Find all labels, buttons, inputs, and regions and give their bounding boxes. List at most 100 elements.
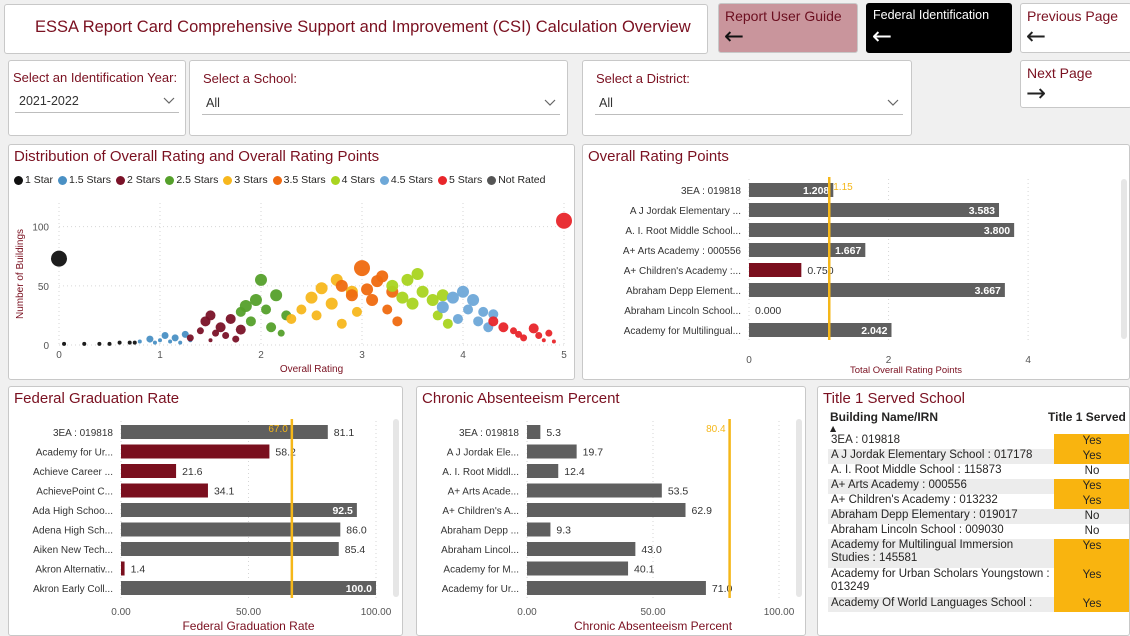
scrollbar[interactable] [796, 419, 802, 597]
data-label: 40.1 [634, 564, 655, 576]
bar [527, 425, 541, 439]
scatter-point [178, 340, 183, 345]
scatter-point [286, 313, 297, 324]
scatter-point [436, 289, 449, 302]
table-row[interactable]: Academy for Urban Scholars Youngstown : … [828, 568, 1129, 597]
x-tick-label: 4 [1025, 355, 1031, 366]
year-slicer: Select an Identification Year: 2021-2022 [8, 60, 186, 136]
title1-panel: Title 1 Served School Building Name/IRN … [817, 386, 1130, 636]
scatter-point [488, 316, 499, 327]
category-label: A J Jordak Ele... [447, 448, 519, 459]
table-row[interactable]: Academy for Multilingual Immersion Studi… [828, 539, 1129, 568]
report-title-panel: ESSA Report Card Comprehensive Support a… [4, 4, 708, 54]
cell-title1-served: Yes [1054, 597, 1129, 612]
bar [121, 444, 270, 459]
chevron-down-icon [544, 99, 556, 106]
cell-building: Academy for Multilingual Immersion Studi… [831, 539, 1014, 564]
column-header-title1[interactable]: Title 1 Served [1048, 410, 1126, 424]
sort-ascending-icon: ▲ [830, 424, 837, 433]
district-dropdown[interactable]: All [595, 91, 903, 115]
category-label: A J Jordak Elementary ... [630, 206, 741, 217]
table-row[interactable]: Academy Of World Languages School : Yes [828, 597, 1129, 612]
scatter-point [51, 250, 67, 267]
data-label: 1.208 [803, 185, 829, 197]
bar [121, 561, 125, 576]
data-label: 9.3 [556, 525, 571, 537]
next-page-button[interactable]: Next Page → [1020, 60, 1130, 108]
category-label: A. I. Root Middle School... [625, 226, 741, 237]
scatter-point [467, 294, 480, 307]
scatter-point [478, 306, 489, 317]
x-tick-label: 0.00 [111, 607, 131, 618]
bar [121, 483, 208, 498]
scatter-point [305, 291, 318, 304]
scatter-point [232, 335, 240, 343]
scatter-point [146, 335, 154, 343]
school-dropdown[interactable]: All [202, 91, 560, 115]
reference-label: 1.15 [833, 182, 853, 193]
category-label: A. I. Root Middl... [442, 467, 519, 478]
graduation-rate-chart[interactable]: 0.00 50.00 100.00 Federal Graduation Rate 3E… [9, 387, 402, 635]
scatter-point [296, 304, 307, 315]
reference-label: 80.4 [706, 424, 726, 435]
page-title: ESSA Report Card Comprehensive Support a… [35, 18, 691, 36]
school-slicer: Select a School: All [189, 60, 568, 136]
category-label: AchievePoint C... [36, 487, 113, 498]
previous-page-button[interactable]: Previous Page ← [1020, 3, 1130, 53]
scatter-point [161, 332, 169, 340]
column-header-building[interactable]: Building Name/IRN [830, 410, 938, 424]
data-label: 1.4 [131, 564, 146, 576]
cell-title1-served: No [1084, 465, 1100, 477]
table-row[interactable]: 3EA : 019818 Yes [828, 434, 1129, 449]
year-dropdown[interactable]: 2021-2022 [15, 89, 179, 113]
bar [749, 203, 1000, 217]
scatter-point [255, 273, 267, 286]
bar [121, 542, 339, 556]
scatter-point [345, 289, 358, 302]
chevron-down-icon [163, 97, 175, 104]
report-user-guide-button[interactable]: Report User Guide ← [718, 3, 858, 53]
table-row[interactable]: A+ Arts Academy : 000556 Yes [828, 479, 1129, 494]
x-axis-label: Chronic Absenteeism Percent [574, 619, 733, 633]
cell-building: 3EA : 019818 [831, 434, 901, 446]
scrollbar[interactable] [1121, 179, 1127, 339]
table-row[interactable]: Abraham Depp Elementary : 019017 No [828, 509, 1129, 524]
category-label: Academy for Ur... [36, 448, 113, 459]
cell-building: Academy Of World Languages School : [831, 597, 1033, 609]
scatter-point [473, 316, 484, 327]
table-row[interactable]: A. I. Root Middle School : 115873 No [828, 464, 1129, 479]
table-row[interactable]: A+ Children's Academy : 013232 Yes [828, 494, 1129, 509]
x-tick-label: 50.00 [640, 607, 665, 618]
absenteeism-chart[interactable]: 0.00 50.00 100.00Chronic Absenteeism Perce… [417, 387, 805, 635]
scatter-point [249, 294, 262, 307]
scatter-point [442, 318, 453, 329]
scrollbar[interactable] [393, 419, 399, 597]
x-tick-label: 5 [561, 350, 567, 361]
bar [121, 522, 341, 537]
scatter-point [205, 310, 216, 321]
table-row[interactable]: Abraham Lincoln School : 009030 No [828, 524, 1129, 539]
table-row[interactable]: A J Jordak Elementary School : 017178 Yes [828, 449, 1129, 464]
category-label: Abraham Lincoln School... [624, 306, 741, 317]
federal-identification-button[interactable]: Federal Identification ← [866, 3, 1012, 53]
category-label: A+ Children's Academy :... [624, 266, 741, 277]
data-label: 62.9 [692, 505, 713, 517]
data-label: 34.1 [214, 486, 235, 498]
scatter-point [411, 268, 424, 280]
data-label: 2.042 [861, 325, 887, 337]
scatter-point [235, 324, 246, 335]
x-tick-label: 3 [359, 350, 365, 361]
category-label: Academy for Multilingual... [624, 326, 741, 337]
category-label: 3EA : 019818 [53, 428, 113, 439]
overall-rating-points-chart[interactable]: 0 2 4Total Overall Rating Points3EA : 0198… [583, 145, 1129, 379]
cell-building: A+ Arts Academy : 000556 [831, 479, 967, 491]
category-label: 3EA : 019818 [459, 428, 519, 439]
category-label: A+ Arts Academy : 000556 [623, 246, 742, 257]
data-label: 0.000 [755, 305, 781, 317]
scatter-point [361, 283, 374, 296]
arrow-left-icon: ← [872, 22, 893, 50]
distribution-scatter-chart[interactable]: 0 50 100 0 1 2 3 4 5 Overall Rating Number of Buil… [9, 145, 574, 379]
scatter-point [137, 339, 142, 344]
y-axis-label: Number of Buildings [15, 229, 26, 319]
year-slicer-label: Select an Identification Year: [13, 70, 178, 85]
